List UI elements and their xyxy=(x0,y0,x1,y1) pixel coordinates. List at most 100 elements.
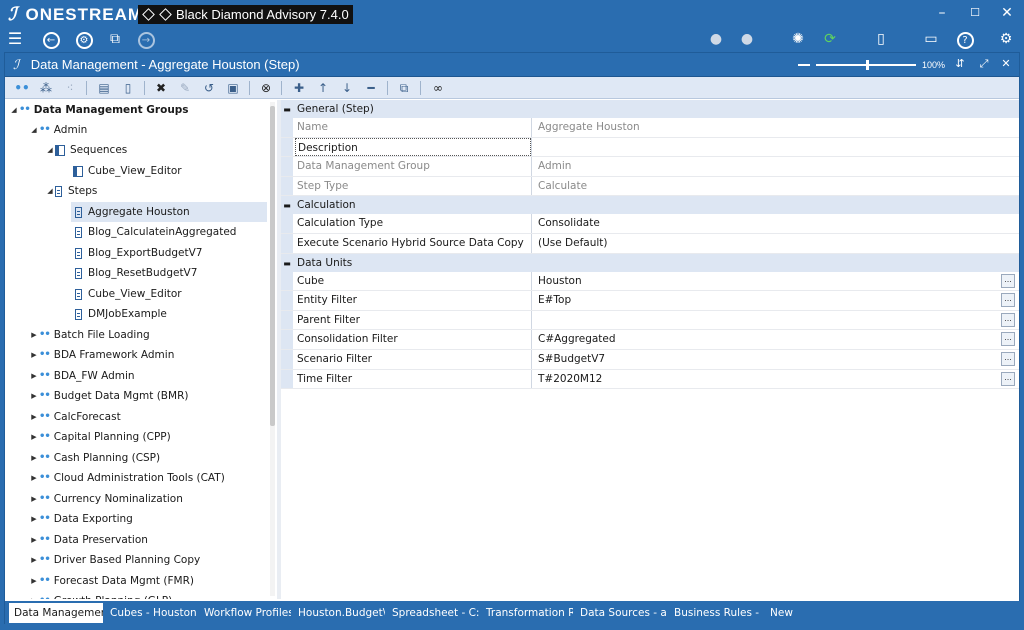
home-icon[interactable]: ⚙ xyxy=(74,29,94,49)
settings-icon[interactable]: ⚙ xyxy=(996,29,1016,49)
tab-new[interactable]: New xyxy=(765,603,805,623)
zoom-out-icon[interactable] xyxy=(797,64,810,66)
ellipsis-button[interactable]: ... xyxy=(1001,312,1015,327)
collapse-arrow-icon[interactable]: ▶ xyxy=(29,509,39,529)
close-app-button[interactable]: ✕ xyxy=(993,3,1021,23)
collapse-arrow-icon[interactable]: ▶ xyxy=(29,550,39,570)
tree-group[interactable]: ▶ •• Currency Nominalization xyxy=(29,489,183,509)
expand-arrow-icon[interactable]: ◢ xyxy=(45,140,55,160)
collapse-arrow-icon[interactable]: ▶ xyxy=(29,325,39,345)
tree-sequences[interactable]: ◢ Sequences xyxy=(45,140,127,160)
collapse-icon[interactable]: ▬ xyxy=(281,255,293,273)
save-icon[interactable]: ▣ xyxy=(224,79,242,97)
prop-value-input[interactable]: T#2020M12 xyxy=(538,373,602,385)
tree-root[interactable]: ◢ •• Data Management Groups xyxy=(9,100,188,120)
category-calculation[interactable]: ▬ Calculation xyxy=(281,196,1019,215)
prop-row-consolidation-filter[interactable]: Consolidation Filter C#Aggregated... xyxy=(281,330,1019,350)
prop-row-cube[interactable]: Cube Houston... xyxy=(281,271,1019,292)
tree-steps[interactable]: ◢ Steps xyxy=(45,181,97,201)
move-down-icon[interactable]: ↓ xyxy=(338,79,356,97)
prop-row-parent-filter[interactable]: Parent Filter... xyxy=(281,310,1019,331)
collapse-icon[interactable]: ▬ xyxy=(281,101,293,119)
tree-group[interactable]: ▶ •• Driver Based Planning Copy xyxy=(29,550,200,570)
hamburger-menu-icon[interactable]: ☰ xyxy=(5,29,25,49)
tree-scrollbar-thumb[interactable] xyxy=(270,106,275,426)
collapse-arrow-icon[interactable]: ▶ xyxy=(29,448,39,468)
expand-arrow-icon[interactable]: ◢ xyxy=(45,181,55,201)
minimize-button[interactable]: – xyxy=(928,3,956,23)
tree-group[interactable]: ▶ •• Data Exporting xyxy=(29,509,133,529)
tab-workflow-profiles[interactable]: Workflow Profiles xyxy=(199,603,291,623)
tab-data-management[interactable]: Data Managemen xyxy=(9,603,103,623)
tree-group[interactable]: ▶ •• Forecast Data Mgmt (FMR) xyxy=(29,571,194,591)
ellipsis-button[interactable]: ... xyxy=(1001,273,1015,288)
create-group-icon[interactable]: •• xyxy=(13,79,31,97)
tree-group[interactable]: ▶••Growth Planning (GLP) xyxy=(29,591,172,599)
copy-icon[interactable]: ⧉ xyxy=(395,79,413,97)
step-icon[interactable]: ▯ xyxy=(119,79,137,97)
tab-spreadsheet[interactable]: Spreadsheet - C:\ xyxy=(387,603,479,623)
link-icon[interactable]: ∞ xyxy=(429,79,447,97)
tree-group[interactable]: ▶ •• Cloud Administration Tools (CAT) xyxy=(29,468,225,488)
collapse-arrow-icon[interactable]: ▶ xyxy=(29,345,39,365)
prop-value-input[interactable]: S#BudgetV7 xyxy=(538,353,605,365)
close-window-button[interactable]: ✕ xyxy=(997,55,1015,73)
prop-value-input[interactable]: Houston xyxy=(538,275,582,287)
category-data-units[interactable]: ▬ Data Units xyxy=(281,253,1019,273)
popout-icon[interactable]: ⤢ xyxy=(975,55,993,73)
refresh-icon[interactable]: ⟳ xyxy=(820,29,840,49)
ellipsis-button[interactable]: ... xyxy=(1001,352,1015,366)
tree-step-item[interactable]: Blog_ExportBudgetV7 xyxy=(75,243,202,263)
tree-step-item[interactable]: Blog_ResetBudgetV7 xyxy=(75,263,197,283)
collapse-arrow-icon[interactable]: ▶ xyxy=(29,386,39,406)
move-up-icon[interactable]: ↑ xyxy=(314,79,332,97)
prop-row-scenario-filter[interactable]: Scenario Filter S#BudgetV7... xyxy=(281,350,1019,370)
tree-sequence-item[interactable]: Cube_View_Editor xyxy=(73,161,182,181)
prop-value-input[interactable] xyxy=(531,137,1019,157)
tree-step-item[interactable]: Aggregate Houston xyxy=(71,202,267,222)
tree-group[interactable]: ▶ •• Cash Planning (CSP) xyxy=(29,448,160,468)
prop-value-input[interactable]: C#Aggregated xyxy=(538,333,616,345)
prop-row-calc-type[interactable]: Calculation Type Consolidate xyxy=(281,214,1019,234)
remove-icon[interactable]: ━ xyxy=(362,79,380,97)
prop-row-description[interactable]: Description xyxy=(281,137,1019,158)
tree-step-item[interactable]: Blog_CalculateinAggregated xyxy=(75,222,236,242)
expand-arrow-icon[interactable]: ◢ xyxy=(9,100,19,120)
search-binoculars-icon[interactable]: ⊗ xyxy=(257,79,275,97)
tree-group[interactable]: ▶ •• CalcForecast xyxy=(29,407,120,427)
collapse-arrow-icon[interactable]: ▶ xyxy=(29,591,39,599)
zoom-slider-thumb[interactable] xyxy=(865,60,869,70)
prop-value-select[interactable]: Consolidate xyxy=(531,214,1019,233)
collapse-arrow-icon[interactable]: ▶ xyxy=(29,468,39,488)
tree-group[interactable]: ▶ •• BDA Framework Admin xyxy=(29,345,174,365)
tree-group[interactable]: ▶ •• Batch File Loading xyxy=(29,325,149,345)
tab-cubes[interactable]: Cubes - Houston xyxy=(105,603,197,623)
tree-step-item[interactable]: Cube_View_Editor xyxy=(75,284,182,304)
create-step-icon[interactable]: ⁖ xyxy=(61,79,79,97)
rename-icon[interactable]: ✎ xyxy=(176,79,194,97)
prop-value-select[interactable]: (Use Default) xyxy=(531,234,1019,253)
prop-row-entity-filter[interactable]: Entity Filter E#Top... xyxy=(281,291,1019,311)
delete-icon[interactable]: ✖ xyxy=(152,79,170,97)
prop-row-step-type[interactable]: Step Type Calculate xyxy=(281,176,1019,197)
collapse-icon[interactable]: ▬ xyxy=(281,197,293,215)
loading-icon[interactable]: ✺ xyxy=(788,29,808,49)
collapse-arrow-icon[interactable]: ▶ xyxy=(29,530,39,550)
category-general[interactable]: ▬ General (Step) xyxy=(281,100,1019,118)
tab-houston-budget[interactable]: Houston.Budget\ xyxy=(293,603,385,623)
forward-icon[interactable]: → xyxy=(136,29,156,49)
tree-step-item[interactable]: DMJobExample xyxy=(75,304,167,324)
tab-data-sources[interactable]: Data Sources - as xyxy=(575,603,667,623)
tree-group[interactable]: ▶ •• Data Preservation xyxy=(29,530,148,550)
collapse-arrow-icon[interactable]: ▶ xyxy=(29,571,39,591)
tree-group[interactable]: ▶ •• Capital Planning (CPP) xyxy=(29,427,170,447)
calendar-icon[interactable]: ▭ xyxy=(921,29,941,49)
collapse-arrow-icon[interactable]: ▶ xyxy=(29,427,39,447)
ellipsis-button[interactable]: ... xyxy=(1001,293,1015,308)
prop-row-time-filter[interactable]: Time Filter T#2020M12... xyxy=(281,369,1019,390)
collapse-arrow-icon[interactable]: ▶ xyxy=(29,407,39,427)
expand-arrow-icon[interactable]: ◢ xyxy=(29,120,39,140)
tree-group[interactable]: ▶ •• BDA_FW Admin xyxy=(29,366,134,386)
pin-icon[interactable]: ⇵ xyxy=(951,55,969,73)
zoom-control[interactable]: 100% xyxy=(797,53,945,77)
